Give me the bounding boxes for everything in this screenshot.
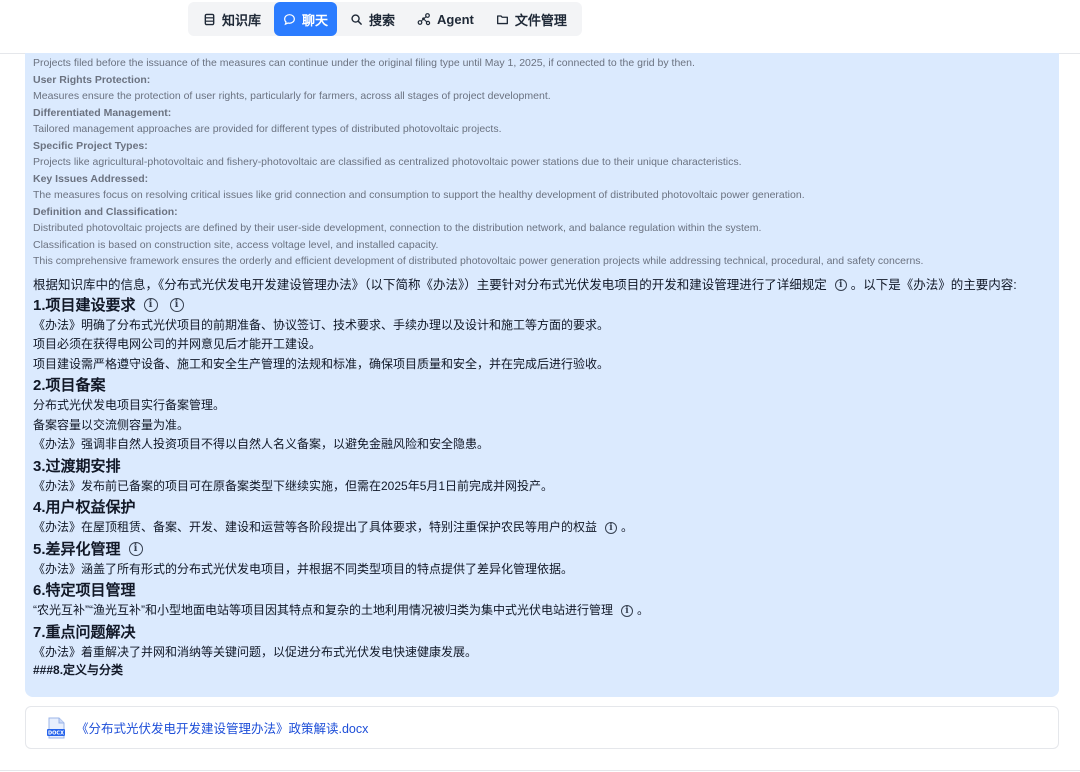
section-title: 3.过渡期安排 <box>33 457 121 475</box>
section-title: 1.项目建设要求 <box>33 296 136 314</box>
nav-label: 文件管理 <box>514 12 567 28</box>
top-bar: 知识库 聊天 搜索 Agent 文件管理 <box>0 0 1080 54</box>
info-icon[interactable]: i <box>169 298 184 312</box>
nav-label: 知识库 <box>222 12 262 28</box>
source-text-line: The measures focus on resolving critical… <box>33 189 805 201</box>
attachment-file-name[interactable]: 《分布式光伏发电开发建设管理办法》政策解读.docx <box>76 718 368 737</box>
section-heading: 3.过渡期安排 <box>33 456 1051 477</box>
section-paragraph: 分布式光伏发电项目实行备案管理。 <box>33 398 226 412</box>
info-icon[interactable]: i <box>621 604 633 617</box>
source-text-line: Classification is based on construction … <box>33 238 439 251</box>
section-title: 6.特定项目管理 <box>33 582 136 599</box>
source-heading: Differentiated Management: <box>33 106 172 119</box>
source-heading: Key Issues Addressed: <box>33 172 149 185</box>
paragraph-period: 。 <box>637 603 650 617</box>
answer-intro: 根据知识库中的信息，《分布式光伏发电开发建设管理办法》（以下简称《办法》）主要针… <box>33 276 1051 294</box>
source-text-line: This comprehensive framework ensures the… <box>33 255 924 267</box>
chat-message-panel: Projects filed before the issuance of th… <box>25 53 1059 697</box>
paragraph-period: 。 <box>621 520 634 534</box>
section-heading: 6.特定项目管理 <box>33 580 1051 601</box>
source-text-line: Tailored management approaches are provi… <box>33 123 502 135</box>
section-paragraph: 备案容量以交流侧容量为准。 <box>33 417 190 432</box>
paragraph-text: 《办法》在屋顶租赁、备案、开发、建设和运营等各阶段提出了具体要求，特别注重保护农… <box>33 520 598 534</box>
folder-icon <box>496 14 508 24</box>
section-title: 7.重点问题解决 <box>33 623 136 641</box>
source-heading: User Rights Protection: <box>33 73 151 86</box>
main-nav: 知识库 聊天 搜索 Agent 文件管理 <box>188 2 582 36</box>
nav-label: 搜索 <box>369 12 396 28</box>
answer-intro-tail: 。以下是《办法》的主要内容: <box>850 277 1017 292</box>
section-paragraph: “农光互补”“渔光互补”和小型地面电站等项目因其特点和复杂的土地利用情况被归类为… <box>33 601 1051 621</box>
answer-block: 根据知识库中的信息，《分布式光伏发电开发建设管理办法》（以下简称《办法》）主要针… <box>33 276 1051 680</box>
search-icon <box>351 13 362 25</box>
nav-item-search[interactable]: 搜索 <box>341 2 404 36</box>
section-paragraph: 《办法》涵盖了所有形式的分布式光伏发电项目，并根据不同类型项目的特点提供了差异化… <box>33 561 574 576</box>
info-icon[interactable]: i <box>834 278 847 291</box>
source-text-line: Projects filed before the issuance of th… <box>33 57 695 69</box>
source-text-line: Distributed photovoltaic projects are de… <box>33 222 762 234</box>
section-heading: 7.重点问题解决 <box>33 622 1051 643</box>
docx-file-icon: DOCX <box>47 717 65 738</box>
source-text-block: Projects filed before the issuance of th… <box>33 55 1051 270</box>
info-icon[interactable]: i <box>143 298 158 312</box>
docx-icon-label: DOCX <box>48 730 64 736</box>
paragraph-text: “农光互补”“渔光互补”和小型地面电站等项目因其特点和复杂的土地利用情况被归类为… <box>33 603 613 617</box>
section-title: 4.用户权益保护 <box>33 499 136 516</box>
section-heading: 4.用户权益保护 <box>33 497 1051 518</box>
nav-label: Agent <box>437 11 474 27</box>
section-paragraph: 《办法》在屋顶租赁、备案、开发、建设和运营等各阶段提出了具体要求，特别注重保护农… <box>33 518 1051 538</box>
nav-item-chat[interactable]: 聊天 <box>274 2 338 36</box>
answer-intro-text: 根据知识库中的信息，《分布式光伏发电开发建设管理办法》（以下简称《办法》）主要针… <box>33 277 827 292</box>
section-heading: 2.项目备案 <box>33 375 1051 396</box>
nav-item-file-management[interactable]: 文件管理 <box>487 2 576 36</box>
section-heading: 5.差异化管理 i <box>33 539 1051 560</box>
source-heading: Specific Project Types: <box>33 139 148 152</box>
section-paragraph: 项目建设需严格遵守设备、施工和安全生产管理的法规和标准，确保项目质量和安全，并在… <box>33 356 610 371</box>
nav-label: 聊天 <box>302 12 329 28</box>
section-paragraph: 《办法》着重解决了并网和消纳等关键问题，以促进分布式光伏发电快速健康发展。 <box>33 644 478 659</box>
nav-item-agent[interactable]: Agent <box>408 2 483 36</box>
divider <box>0 770 1080 771</box>
section-paragraph: 《办法》发布前已备案的项目可在原备案类型下继续实施，但需在2025年5月1日前完… <box>33 478 554 493</box>
source-heading: Definition and Classification: <box>33 205 178 218</box>
section-title: 5.差异化管理 <box>33 540 121 558</box>
attachment-file-card[interactable]: DOCX 《分布式光伏发电开发建设管理办法》政策解读.docx <box>25 706 1059 749</box>
source-text-line: Projects like agricultural-photovoltaic … <box>33 156 742 168</box>
source-text-line: Measures ensure the protection of user r… <box>33 90 551 102</box>
section-paragraph: 《办法》明确了分布式光伏项目的前期准备、协议签订、技术要求、手续办理以及设计和施… <box>33 317 610 332</box>
section-heading: 1.项目建设要求 i i <box>33 295 1051 316</box>
section-paragraph: 项目必须在获得电网公司的并网意见后才能开工建设。 <box>33 337 322 351</box>
section-paragraph: 《办法》强调非自然人投资项目不得以自然人名义备案，以避免金融风险和安全隐患。 <box>33 437 490 451</box>
chat-bubble-icon <box>284 13 295 25</box>
section-title: 2.项目备案 <box>33 377 106 394</box>
info-icon[interactable]: i <box>605 521 618 534</box>
raw-heading-text: ###8.定义与分类 <box>33 663 124 677</box>
nav-item-knowledge-base[interactable]: 知识库 <box>194 2 270 36</box>
info-icon[interactable]: i <box>128 542 143 556</box>
database-icon <box>204 13 215 25</box>
agent-network-icon <box>417 13 431 26</box>
